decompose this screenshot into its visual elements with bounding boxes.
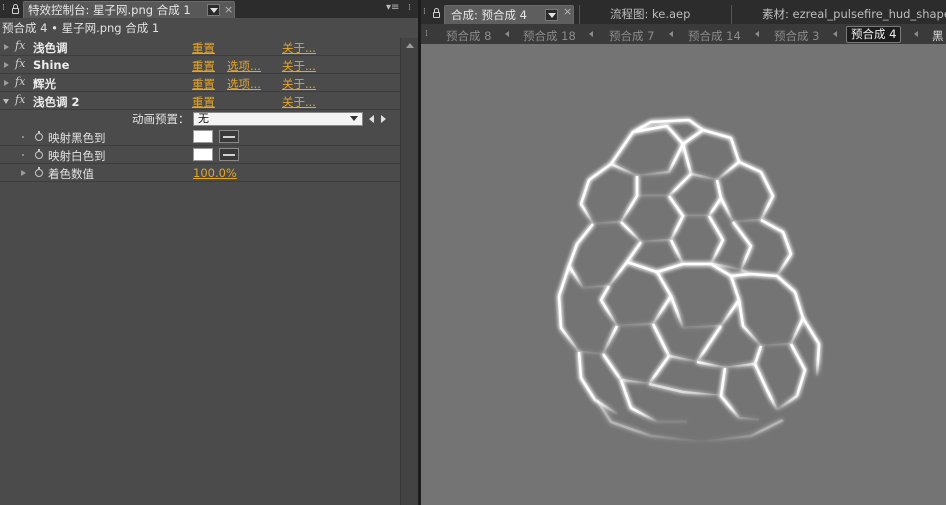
property-dot: [22, 154, 24, 156]
tab-dropdown-button[interactable]: [207, 4, 220, 16]
effect-about-link[interactable]: 关于...: [282, 94, 316, 110]
map-white-label: 映射白色到: [48, 149, 106, 163]
tab-footage[interactable]: 素材: ezreal_pulsefire_hud_shapes: [731, 5, 946, 24]
hexagon-sphere-graphic: [557, 118, 821, 444]
effect-name: 辉光: [33, 77, 56, 91]
panel-menu-icon[interactable]: ▾≡: [386, 2, 399, 13]
effect-reset-link[interactable]: 重置: [192, 40, 215, 56]
stopwatch-icon[interactable]: [35, 167, 43, 177]
property-dot: [22, 136, 24, 138]
subtab-precomp[interactable]: 预合成 14: [688, 28, 741, 44]
property-row-white: 映射白色到: [0, 146, 400, 164]
navigator-grip-icon[interactable]: ⁞: [425, 26, 428, 42]
stopwatch-icon[interactable]: [35, 131, 43, 141]
flow-arrow-icon: [833, 31, 837, 37]
flow-arrow-icon: [589, 31, 593, 37]
flow-arrow-icon: [505, 31, 509, 37]
expand-arrow-icon[interactable]: [4, 44, 9, 50]
effect-reset-link[interactable]: 重置: [192, 76, 215, 92]
tab-composition[interactable]: 合成: 预合成 4: [444, 5, 574, 24]
effect-row[interactable]: fx 辉光 重置 选项... 关于...: [0, 74, 400, 92]
collapse-arrow-icon[interactable]: [3, 99, 9, 104]
left-tab-bar: ⁞ 特效控制台: 星子网.png 合成 1 × ▾≡ ⁞: [0, 0, 418, 18]
next-preset-icon[interactable]: [381, 115, 386, 123]
effect-reset-link[interactable]: 重置: [192, 94, 215, 110]
effect-controls-panel: ⁞ 特效控制台: 星子网.png 合成 1 × ▾≡ ⁞ 预合成 4 • 星子网…: [0, 0, 418, 505]
flow-arrow-icon: [669, 31, 673, 37]
animation-preset-value: 无: [198, 112, 209, 125]
effect-options-link[interactable]: 选项...: [227, 76, 261, 92]
stopwatch-icon[interactable]: [35, 149, 43, 159]
scroll-up-icon[interactable]: [406, 43, 414, 48]
fx-icon[interactable]: fx: [15, 57, 25, 70]
amount-to-tint-label: 着色数值: [48, 167, 94, 181]
effect-name: Shine: [33, 58, 70, 72]
tab-footage-label: 素材: ezreal_pulsefire_hud_shapes: [762, 7, 946, 21]
property-row-amount: 着色数值 100.0%: [0, 164, 400, 182]
subtab-precomp[interactable]: 预合成 8: [446, 28, 491, 44]
right-tab-bar: ⁞ 合成: 预合成 4 × 流程图: ke.aep 素材: ezreal_pul…: [421, 0, 946, 24]
subtab-precomp[interactable]: 黑: [932, 28, 944, 44]
effect-row[interactable]: fx 浅色调 重置 关于...: [0, 38, 400, 56]
panel-grip-icon[interactable]: ⁞: [423, 4, 426, 20]
subtab-precomp[interactable]: 预合成 3: [774, 28, 819, 44]
tab-flowchart[interactable]: 流程图: ke.aep: [579, 5, 729, 24]
tab-effect-controls-label: 特效控制台: 星子网.png 合成 1: [28, 3, 191, 17]
effect-options-link[interactable]: 选项...: [227, 58, 261, 74]
fx-icon[interactable]: fx: [15, 39, 25, 52]
close-icon[interactable]: ×: [563, 4, 572, 20]
effect-reset-link[interactable]: 重置: [192, 58, 215, 74]
animation-preset-select[interactable]: 无: [193, 112, 363, 126]
fx-icon[interactable]: fx: [15, 75, 25, 88]
tab-dropdown-button[interactable]: [545, 9, 558, 21]
amount-to-tint-value[interactable]: 100.0%: [193, 166, 237, 180]
flow-arrow-icon: [755, 31, 759, 37]
composition-panel: ⁞ 合成: 预合成 4 × 流程图: ke.aep 素材: ezreal_pul…: [421, 0, 946, 505]
flow-arrow-icon: [914, 31, 918, 37]
panel-grip-icon-right[interactable]: ⁞: [408, 0, 411, 16]
property-row-black: 映射黑色到: [0, 128, 400, 146]
vertical-scrollbar[interactable]: [400, 38, 418, 505]
expand-arrow-icon[interactable]: [4, 62, 9, 68]
white-color-swatch[interactable]: [193, 148, 213, 161]
composition-navigator: ⁞ 预合成 8 预合成 18 预合成 7 预合成 14 预合成 3 预合成 4 …: [421, 24, 946, 44]
close-icon[interactable]: ×: [224, 2, 233, 18]
eyedropper-icon[interactable]: [219, 130, 239, 143]
effect-about-link[interactable]: 关于...: [282, 40, 316, 56]
effect-row[interactable]: fx Shine 重置 选项... 关于...: [0, 56, 400, 74]
previous-preset-icon[interactable]: [369, 115, 374, 123]
fx-icon[interactable]: fx: [15, 93, 25, 106]
effect-row[interactable]: fx 浅色调 2 重置 关于...: [0, 92, 400, 110]
subtab-precomp-active[interactable]: 预合成 4: [846, 26, 902, 43]
effect-about-link[interactable]: 关于...: [282, 58, 316, 74]
map-black-label: 映射黑色到: [48, 131, 106, 145]
subtab-precomp[interactable]: 预合成 18: [523, 28, 576, 44]
lock-icon[interactable]: [12, 4, 19, 14]
panel-grip-icon[interactable]: ⁞: [2, 0, 5, 16]
tab-effect-controls[interactable]: 特效控制台: 星子网.png 合成 1 ×: [23, 1, 235, 18]
lock-icon[interactable]: [433, 8, 440, 18]
tab-composition-label: 合成: 预合成 4: [451, 8, 528, 22]
composition-breadcrumb: 预合成 4 • 星子网.png 合成 1: [0, 18, 418, 37]
animation-preset-label: 动画预置：: [132, 112, 190, 126]
eyedropper-icon[interactable]: [219, 148, 239, 161]
expand-arrow-icon[interactable]: [4, 80, 9, 86]
black-color-swatch[interactable]: [193, 130, 213, 143]
effects-list: fx 浅色调 重置 关于... fx Shine 重置 选项... 关于... …: [0, 38, 400, 505]
effect-name: 浅色调: [33, 41, 68, 55]
effect-name: 浅色调 2: [33, 95, 80, 109]
expand-arrow-icon[interactable]: [21, 170, 26, 176]
breadcrumb-text: 预合成 4 • 星子网.png 合成 1: [2, 21, 160, 35]
composition-viewer[interactable]: [421, 44, 946, 505]
tab-flowchart-label: 流程图: ke.aep: [610, 7, 691, 21]
subtab-precomp[interactable]: 预合成 7: [609, 28, 654, 44]
effect-about-link[interactable]: 关于...: [282, 76, 316, 92]
